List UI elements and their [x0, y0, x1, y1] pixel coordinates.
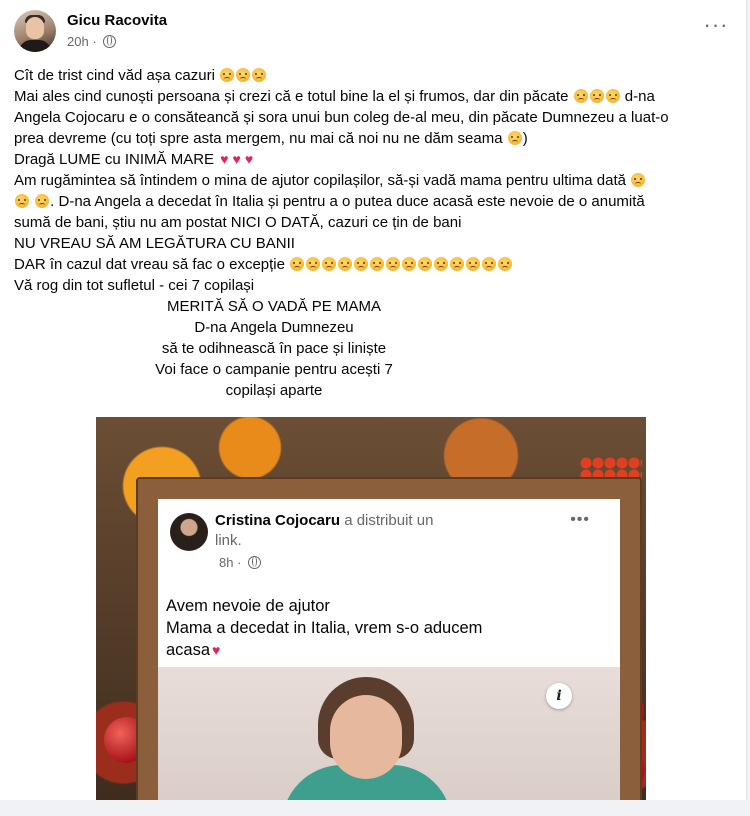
shared-text-line: Avem nevoie de ajutor	[166, 597, 330, 615]
crying-emoji-icon	[466, 257, 481, 271]
crying-emoji-icon	[15, 194, 29, 208]
post-line: Dragă LUME cu INIMĂ MARE ♥ ♥ ♥	[14, 151, 254, 168]
crying-emoji-icon	[338, 257, 353, 271]
post-line: Angela Cojocaru e o consăteancă și sora …	[14, 109, 669, 126]
post-time[interactable]: 20h	[67, 34, 89, 49]
shared-author-avatar	[170, 513, 208, 551]
crying-emoji-icon	[589, 89, 604, 103]
post-line: Am rugămintea să întindem o mina de ajut…	[14, 170, 730, 191]
post-card: Gicu Racovita 20h · ··· Cît de trist cin…	[0, 0, 747, 800]
shared-header: Cristina Cojocaru a distribuit un link.	[215, 511, 545, 551]
crying-emoji-icon	[236, 68, 251, 82]
post-line: prea devreme (cu toți spre asta mergem, …	[14, 130, 528, 147]
heart-icon: ♥	[244, 151, 254, 167]
post-line: copilași aparte	[225, 382, 323, 399]
post-line: sumă de bani, știu nu am postat NICI O D…	[14, 214, 462, 231]
crying-emoji-icon	[354, 257, 369, 271]
post-line: să te odihnească în pace și liniște	[161, 340, 387, 357]
post-text: Cît de trist cind văd așa cazuri Mai ale…	[14, 65, 730, 401]
author-avatar[interactable]	[14, 10, 56, 52]
more-horizontal-icon: ···	[703, 12, 729, 37]
crying-emoji-icon	[434, 257, 449, 271]
crying-emoji-icon	[573, 89, 588, 103]
shared-author-name: Cristina Cojocaru	[215, 512, 341, 529]
shared-more-icon: •••	[570, 511, 590, 528]
crying-emoji-icon	[482, 257, 497, 271]
shared-meta: 8h ·	[219, 555, 262, 570]
author-name[interactable]: Gicu Racovita	[67, 12, 167, 29]
post-header: Gicu Racovita 20h · ···	[14, 10, 734, 56]
shared-action-2: link.	[215, 532, 242, 549]
crying-emoji-icon	[306, 257, 321, 271]
shared-post-screenshot: Cristina Cojocaru a distribuit un link. …	[158, 499, 620, 800]
post-line: Mai ales cind cunoști persoana și crezi …	[14, 88, 655, 105]
crying-emoji-icon	[35, 194, 50, 208]
crying-emoji-icon	[322, 257, 337, 271]
crying-emoji-icon	[402, 257, 417, 271]
post-meta: 20h ·	[67, 34, 117, 49]
broken-heart-icon: ♥	[212, 642, 221, 658]
post-line: . D-na Angela a decedat în Italia și pen…	[14, 191, 730, 212]
post-line: Vă rog din tot sufletul - cei 7 copilași	[14, 277, 255, 294]
globe-icon	[103, 35, 117, 48]
crying-emoji-icon	[418, 257, 433, 271]
crying-emoji-icon	[290, 257, 305, 271]
crying-emoji-icon	[386, 257, 401, 271]
crying-emoji-icon	[370, 257, 385, 271]
post-line: Voi face o campanie pentru acești 7	[155, 361, 393, 378]
post-line: DAR în cazul dat vreau să fac o excepție	[14, 254, 730, 275]
info-icon[interactable]: i	[546, 683, 572, 709]
shared-action: a distribuit un	[344, 512, 434, 529]
crying-emoji-icon	[631, 173, 646, 187]
post-line: NU VREAU SĂ AM LEGĂTURA CU BANII	[14, 235, 295, 252]
crying-emoji-icon	[507, 131, 522, 145]
heart-icon: ♥	[232, 151, 241, 167]
crying-emoji-icon	[605, 89, 620, 103]
post-image[interactable]: Cristina Cojocaru a distribuit un link. …	[96, 417, 646, 800]
post-line: MERITĂ SĂ O VADĂ PE MAMA	[167, 298, 381, 315]
shared-text: Avem nevoie de ajutor Mama a decedat in …	[166, 595, 556, 661]
crying-emoji-icon	[252, 68, 267, 82]
shared-text-line: Mama a decedat in Italia, vrem s-o aduce…	[166, 619, 483, 637]
more-options-button[interactable]: ···	[698, 14, 734, 42]
post-line: D-na Angela Dumnezeu	[194, 319, 354, 336]
globe-icon	[248, 556, 262, 569]
crying-emoji-icon	[220, 68, 235, 82]
heart-icon: ♥	[220, 151, 229, 167]
shared-time: 8h	[219, 555, 234, 570]
shared-text-line: acasa ♥	[166, 641, 221, 659]
crying-emoji-icon	[450, 257, 465, 271]
post-line: Cît de trist cind văd așa cazuri	[14, 65, 730, 86]
crying-emoji-icon	[498, 257, 513, 271]
picture-frame: Cristina Cojocaru a distribuit un link. …	[138, 479, 640, 800]
